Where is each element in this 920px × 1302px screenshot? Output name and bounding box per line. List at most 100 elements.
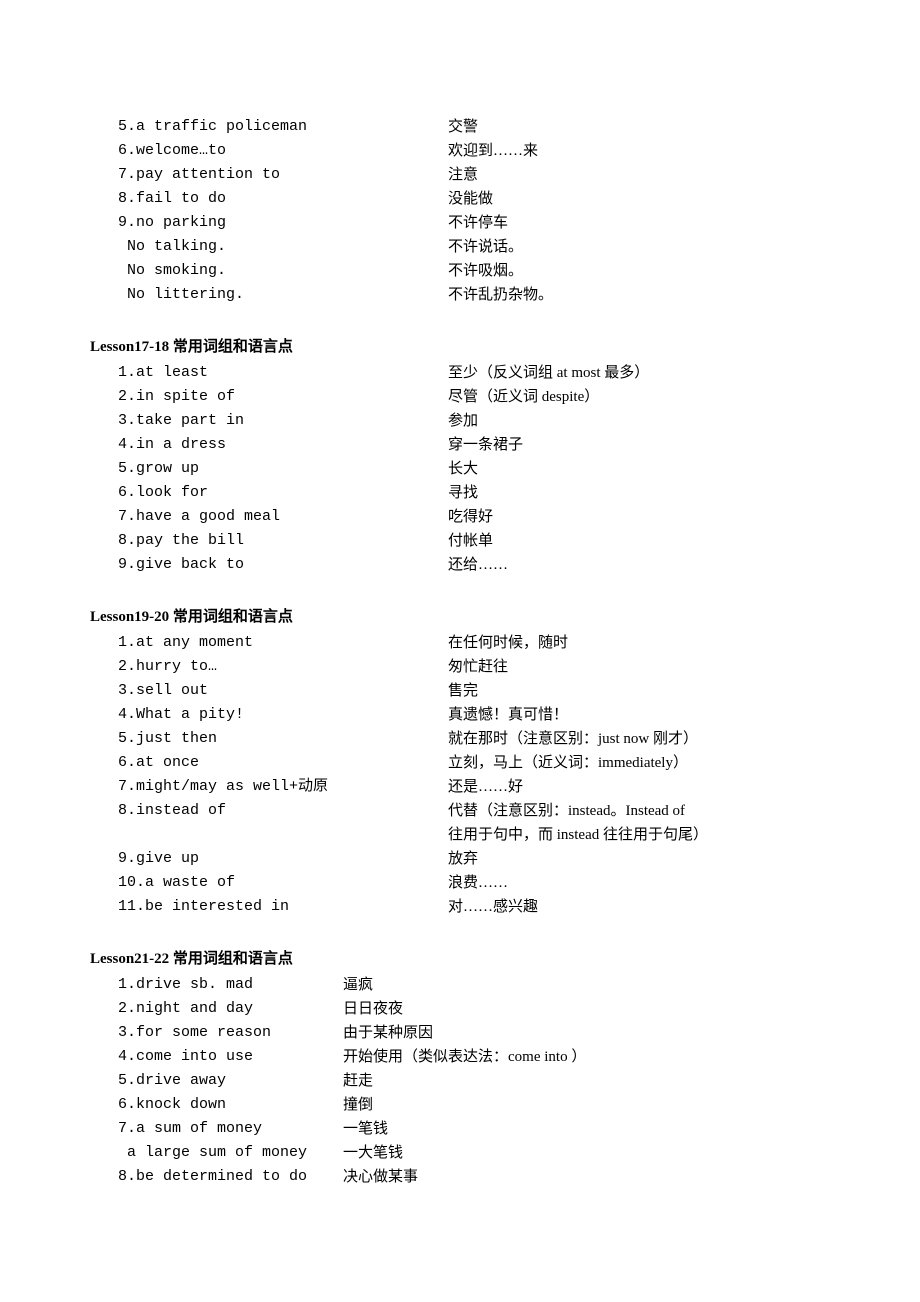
chinese-definition: 尽管（近义词 despite） (448, 385, 830, 409)
english-term: 5.a traffic policeman (90, 115, 448, 139)
vocab-row: 5.drive away赶走 (90, 1069, 830, 1093)
section-title: Lesson21-22 常用词组和语言点 (90, 947, 830, 971)
vocab-row: 3.sell out售完 (90, 679, 830, 703)
english-term: 7.pay attention to (90, 163, 448, 187)
english-term: No talking. (90, 235, 448, 259)
vocab-row: 5.a traffic policeman交警 (90, 115, 830, 139)
english-term: 7.a sum of money (90, 1117, 343, 1141)
chinese-definition: 就在那时（注意区别：just now 刚才） (448, 727, 830, 751)
english-term: 8.be determined to do (90, 1165, 343, 1189)
chinese-definition: 赶走 (343, 1069, 830, 1093)
chinese-definition: 对……感兴趣 (448, 895, 830, 919)
chinese-definition: 撞倒 (343, 1093, 830, 1117)
chinese-definition: 一笔钱 (343, 1117, 830, 1141)
english-term: 5.drive away (90, 1069, 343, 1093)
english-term: 4.in a dress (90, 433, 448, 457)
vocab-row: 2.in spite of尽管（近义词 despite） (90, 385, 830, 409)
vocab-row: 9.give up放弃 (90, 847, 830, 871)
english-term: 10.a waste of (90, 871, 448, 895)
english-term: 8.instead of (90, 799, 448, 823)
vocab-row: a large sum of money一大笔钱 (90, 1141, 830, 1165)
english-term: 6.look for (90, 481, 448, 505)
vocab-row: 2.hurry to…匆忙赶往 (90, 655, 830, 679)
english-term: 2.in spite of (90, 385, 448, 409)
vocab-row: 9.give back to还给…… (90, 553, 830, 577)
chinese-definition: 决心做某事 (343, 1165, 830, 1189)
chinese-definition: 参加 (448, 409, 830, 433)
vocab-row: 7.pay attention to注意 (90, 163, 830, 187)
vocab-row: 6.look for寻找 (90, 481, 830, 505)
chinese-definition: 浪费…… (448, 871, 830, 895)
vocab-row: 6.at once立刻，马上（近义词：immediately） (90, 751, 830, 775)
chinese-definition: 长大 (448, 457, 830, 481)
chinese-definition: 还给…… (448, 553, 830, 577)
chinese-definition: 注意 (448, 163, 830, 187)
vocab-row: 4.What a pity!真遗憾！真可惜！ (90, 703, 830, 727)
english-term: 3.take part in (90, 409, 448, 433)
vocab-row: 4.in a dress穿一条裙子 (90, 433, 830, 457)
vocab-row: 往用于句中，而 instead 往往用于句尾） (90, 823, 830, 847)
english-term: 1.drive sb. mad (90, 973, 343, 997)
english-term (90, 823, 448, 847)
document-page: 5.a traffic policeman交警6.welcome…to欢迎到……… (0, 0, 920, 1297)
chinese-definition: 一大笔钱 (343, 1141, 830, 1165)
vocab-row: 7.might/may as well+动原还是……好 (90, 775, 830, 799)
chinese-definition: 放弃 (448, 847, 830, 871)
chinese-definition: 逼疯 (343, 973, 830, 997)
chinese-definition: 代替（注意区别：instead。Instead of (448, 799, 830, 823)
vocab-row: 4.come into use开始使用（类似表达法：come into ） (90, 1045, 830, 1069)
chinese-definition: 交警 (448, 115, 830, 139)
chinese-definition: 真遗憾！真可惜！ (448, 703, 830, 727)
english-term: 8.pay the bill (90, 529, 448, 553)
english-term: No smoking. (90, 259, 448, 283)
vocab-row: 6.knock down撞倒 (90, 1093, 830, 1117)
chinese-definition: 不许乱扔杂物。 (448, 283, 830, 307)
vocab-row: 9.no parking不许停车 (90, 211, 830, 235)
chinese-definition: 在任何时候，随时 (448, 631, 830, 655)
vocab-row: 8.fail to do没能做 (90, 187, 830, 211)
chinese-definition: 不许说话。 (448, 235, 830, 259)
english-term: 7.might/may as well+动原 (90, 775, 448, 799)
english-term: 1.at least (90, 361, 448, 385)
vocab-row: 5.just then就在那时（注意区别：just now 刚才） (90, 727, 830, 751)
section-title: Lesson19-20 常用词组和语言点 (90, 605, 830, 629)
vocab-row: 2.night and day日日夜夜 (90, 997, 830, 1021)
chinese-definition: 没能做 (448, 187, 830, 211)
english-term: 4.What a pity! (90, 703, 448, 727)
chinese-definition: 付帐单 (448, 529, 830, 553)
vocab-row: 3.for some reason由于某种原因 (90, 1021, 830, 1045)
vocab-row: No smoking.不许吸烟。 (90, 259, 830, 283)
english-term: 1.at any moment (90, 631, 448, 655)
english-term: 5.just then (90, 727, 448, 751)
vocab-row: 10.a waste of浪费…… (90, 871, 830, 895)
english-term: 6.knock down (90, 1093, 343, 1117)
english-term: 11.be interested in (90, 895, 448, 919)
english-term: 9.give up (90, 847, 448, 871)
english-term: 4.come into use (90, 1045, 343, 1069)
english-term: 9.give back to (90, 553, 448, 577)
vocab-row: No littering.不许乱扔杂物。 (90, 283, 830, 307)
lesson-section: Lesson19-20 常用词组和语言点1.at any moment在任何时候… (90, 605, 830, 919)
chinese-definition: 欢迎到……来 (448, 139, 830, 163)
chinese-definition: 往用于句中，而 instead 往往用于句尾） (448, 823, 830, 847)
english-term: 6.at once (90, 751, 448, 775)
english-term: 2.hurry to… (90, 655, 448, 679)
english-term: 6.welcome…to (90, 139, 448, 163)
lesson-section: Lesson21-22 常用词组和语言点1.drive sb. mad逼疯2.n… (90, 947, 830, 1189)
vocab-row: 7.have a good meal吃得好 (90, 505, 830, 529)
chinese-definition: 开始使用（类似表达法：come into ） (343, 1045, 830, 1069)
vocab-row: 3.take part in参加 (90, 409, 830, 433)
vocab-row: 8.be determined to do决心做某事 (90, 1165, 830, 1189)
english-term: 2.night and day (90, 997, 343, 1021)
chinese-definition: 吃得好 (448, 505, 830, 529)
chinese-definition: 还是……好 (448, 775, 830, 799)
vocab-row: 1.at any moment在任何时候，随时 (90, 631, 830, 655)
english-term: 3.sell out (90, 679, 448, 703)
chinese-definition: 穿一条裙子 (448, 433, 830, 457)
vocab-row: 1.at least至少（反义词组 at most 最多） (90, 361, 830, 385)
vocab-row: 6.welcome…to欢迎到……来 (90, 139, 830, 163)
section-title: Lesson17-18 常用词组和语言点 (90, 335, 830, 359)
english-term: No littering. (90, 283, 448, 307)
vocab-row: 11.be interested in对……感兴趣 (90, 895, 830, 919)
english-term: 5.grow up (90, 457, 448, 481)
